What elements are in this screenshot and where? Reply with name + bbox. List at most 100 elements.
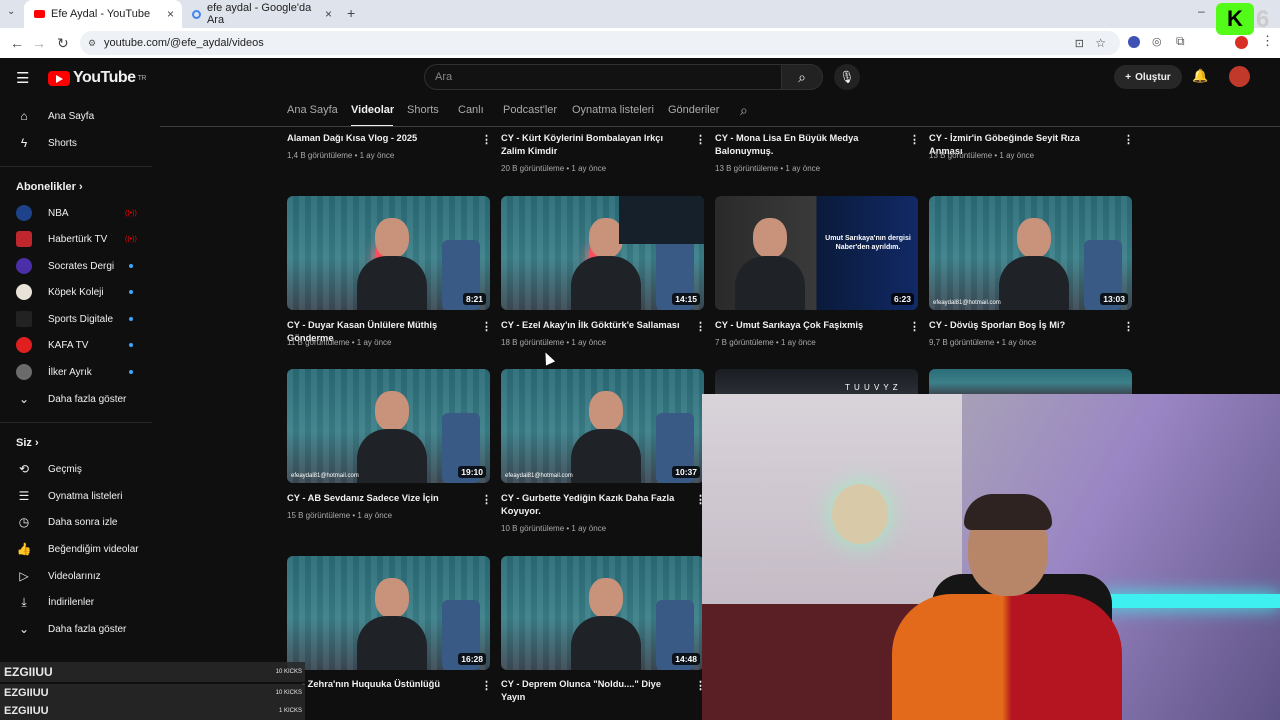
video-thumbnail[interactable]: 16:28 xyxy=(287,556,490,670)
sidebar-item-home[interactable]: ⌂ Ana Sayfa xyxy=(0,103,152,129)
close-tab-icon[interactable]: × xyxy=(325,7,332,21)
search-input[interactable]: Ara xyxy=(424,64,782,90)
browser-menu-icon[interactable]: ⋮ xyxy=(1261,33,1274,49)
tab-home[interactable]: Ana Sayfa xyxy=(287,104,338,116)
video-menu-icon[interactable]: ⋮ xyxy=(1123,320,1134,333)
profile-avatar-icon[interactable] xyxy=(1235,36,1248,49)
video-title[interactable]: CY - Gurbette Yediğin Kazık Daha Fazla K… xyxy=(501,492,687,518)
person-graphic xyxy=(357,391,427,483)
person-graphic xyxy=(357,218,427,310)
video-meta: 1,4 B görüntüleme • 1 ay önce xyxy=(287,151,395,160)
kick-alerts: EZGIIUU 10 KICKS EZGIIUU 10 KICKS EZGIIU… xyxy=(0,660,305,720)
region-code: TR xyxy=(137,74,147,82)
hamburger-menu-icon[interactable]: ☰ xyxy=(16,69,29,87)
video-thumbnail[interactable]: efeaydal81@hotmail.com 13:03 xyxy=(929,196,1132,310)
video-title[interactable]: CY - Umut Sarıkaya Çok Faşixmiş xyxy=(715,319,901,332)
chevron-right-icon: › xyxy=(78,181,83,193)
bookmark-star-icon[interactable]: ☆ xyxy=(1095,36,1106,50)
install-app-icon[interactable]: ⊡ xyxy=(1075,37,1084,50)
create-button[interactable]: + Oluştur xyxy=(1114,65,1182,89)
address-bar[interactable]: ⚙ youtube.com/@efe_aydal/videos ⊡ ☆ xyxy=(80,31,1120,55)
video-menu-icon[interactable]: ⋮ xyxy=(481,679,492,692)
video-title[interactable]: CY - Kürt Köylerini Bombalayan Irkçı Zal… xyxy=(501,132,687,158)
video-thumbnail[interactable]: T U U V Y Z xyxy=(715,369,918,394)
video-thumbnail[interactable]: 14:48 xyxy=(501,556,704,670)
video-title[interactable]: CY - AB Sevdanız Sadece Vize İçin xyxy=(287,492,473,505)
close-tab-icon[interactable]: × xyxy=(167,7,174,21)
video-menu-icon[interactable]: ⋮ xyxy=(695,320,706,333)
sidebar-item-label: Videolarınız xyxy=(48,570,101,582)
tab-shorts[interactable]: Shorts xyxy=(407,104,439,116)
sidebar-item-show-more[interactable]: ⌄ Daha fazla göster xyxy=(0,386,152,412)
tab-list-chevron-icon[interactable]: ⌄ xyxy=(7,6,15,17)
site-info-icon[interactable]: ⚙ xyxy=(88,38,96,49)
new-content-dot xyxy=(129,290,133,294)
sidebar-item-your-videos[interactable]: ▷ Videolarınız xyxy=(0,563,152,589)
new-tab-button[interactable]: + xyxy=(347,5,355,21)
video-thumbnail[interactable] xyxy=(929,369,1132,394)
window-minimize-icon[interactable]: – xyxy=(1198,4,1205,18)
tab-live[interactable]: Canlı xyxy=(458,104,484,116)
video-title[interactable]: CY - Mona Lisa En Büyük Medya Balonuymuş… xyxy=(715,132,901,158)
video-title[interactable]: Alaman Dağı Kısa Vlog - 2025 xyxy=(287,132,473,145)
channel-search-icon[interactable]: ⌕ xyxy=(740,102,748,119)
youtube-logo-text: YouTube xyxy=(73,69,136,86)
subscriptions-header[interactable]: Abonelikler › xyxy=(16,181,83,193)
browser-tab-google[interactable]: efe aydal - Google'da Ara × xyxy=(182,0,340,28)
sidebar-item-subscription[interactable]: Socrates Dergi xyxy=(0,253,152,279)
video-thumbnail[interactable]: efeaydal81@hotmail.com 10:37 xyxy=(501,369,704,483)
youtube-favicon-icon xyxy=(34,10,45,18)
video-menu-icon[interactable]: ⋮ xyxy=(481,493,492,506)
sidebar-item-playlists[interactable]: ☰ Oynatma listeleri xyxy=(0,483,152,509)
account-avatar[interactable] xyxy=(1229,66,1250,87)
video-menu-icon[interactable]: ⋮ xyxy=(909,133,920,146)
url-text: youtube.com/@efe_aydal/videos xyxy=(104,37,264,49)
video-title[interactable]: CY - Dövüş Sporları Boş İş Mi? xyxy=(929,319,1115,332)
voice-search-button[interactable]: 🎙 xyxy=(834,64,860,90)
video-menu-icon[interactable]: ⋮ xyxy=(1123,133,1134,146)
you-header[interactable]: Siz › xyxy=(16,437,39,449)
browser-tab-youtube[interactable]: Efe Aydal - YouTube × xyxy=(24,0,182,28)
sidebar-item-subscription[interactable]: KAFA TV xyxy=(0,332,152,358)
sidebar-item-subscription[interactable]: İlker Ayrık xyxy=(0,359,152,385)
notifications-bell-icon[interactable]: 🔔 xyxy=(1192,68,1208,84)
kick-username: EZGIIUU xyxy=(4,705,49,717)
sidebar-item-show-more[interactable]: ⌄ Daha fazla göster xyxy=(0,616,152,642)
video-title[interactable]: CY - Ezel Akay'ın İlk Göktürk'e Sallamas… xyxy=(501,319,687,332)
video-title[interactable]: - Zehra'nın Huquuka Üstünlüğü xyxy=(302,678,488,691)
sidebar-item-subscription[interactable]: Habertürk TV ((•)) xyxy=(0,226,152,252)
tab-videos[interactable]: Videolar xyxy=(351,104,394,116)
tab-playlists[interactable]: Oynatma listeleri xyxy=(572,104,654,116)
vpn-extension-icon[interactable]: ◎ xyxy=(1152,35,1162,48)
video-menu-icon[interactable]: ⋮ xyxy=(695,133,706,146)
video-thumbnail[interactable]: efeaydal81@hotmail.com 19:10 xyxy=(287,369,490,483)
reload-icon[interactable]: ↻ xyxy=(57,35,69,52)
video-thumbnail[interactable]: 8:21 xyxy=(287,196,490,310)
forward-arrow-icon[interactable]: → xyxy=(32,35,46,51)
video-menu-icon[interactable]: ⋮ xyxy=(481,320,492,333)
sidebar-item-subscription[interactable]: Köpek Koleji xyxy=(0,279,152,305)
video-title[interactable]: CY - Deprem Olunca "Noldu...." Diye Yayı… xyxy=(501,678,687,704)
extensions-puzzle-icon[interactable]: ⧉ xyxy=(1176,34,1185,49)
sidebar-item-subscription[interactable]: Sports Digitale xyxy=(0,306,152,332)
person-graphic xyxy=(999,218,1069,310)
sidebar-item-liked[interactable]: 👍 Beğendiğim videolar xyxy=(0,536,152,562)
tab-posts[interactable]: Gönderiler xyxy=(668,104,719,116)
sidebar-item-label: Ana Sayfa xyxy=(48,110,95,122)
extension-icon[interactable] xyxy=(1128,36,1140,48)
sidebar-item-downloads[interactable]: ⤓ İndirilenler xyxy=(0,589,152,615)
video-menu-icon[interactable]: ⋮ xyxy=(481,133,492,146)
video-meta: 13 B görüntüleme • 1 ay önce xyxy=(929,151,1035,160)
sidebar-item-shorts[interactable]: ϟ Shorts xyxy=(0,130,152,156)
youtube-logo[interactable]: YouTube TR xyxy=(48,69,146,87)
video-thumbnail[interactable]: 14:15 xyxy=(501,196,704,310)
thumbnail-email: efeaydal81@hotmail.com xyxy=(291,473,359,479)
video-menu-icon[interactable]: ⋮ xyxy=(909,320,920,333)
sidebar-item-history[interactable]: ⟲ Geçmiş xyxy=(0,456,152,482)
back-arrow-icon[interactable]: ← xyxy=(10,35,24,51)
video-thumbnail[interactable]: Umut Sarıkaya'nın dergisi Naber'den ayrı… xyxy=(715,196,918,310)
search-button[interactable]: ⌕ xyxy=(781,64,823,90)
tab-podcasts[interactable]: Podcast'ler xyxy=(503,104,557,116)
sidebar-item-subscription[interactable]: NBA ((•)) xyxy=(0,200,152,226)
sidebar-item-watch-later[interactable]: ◷ Daha sonra izle xyxy=(0,509,152,535)
